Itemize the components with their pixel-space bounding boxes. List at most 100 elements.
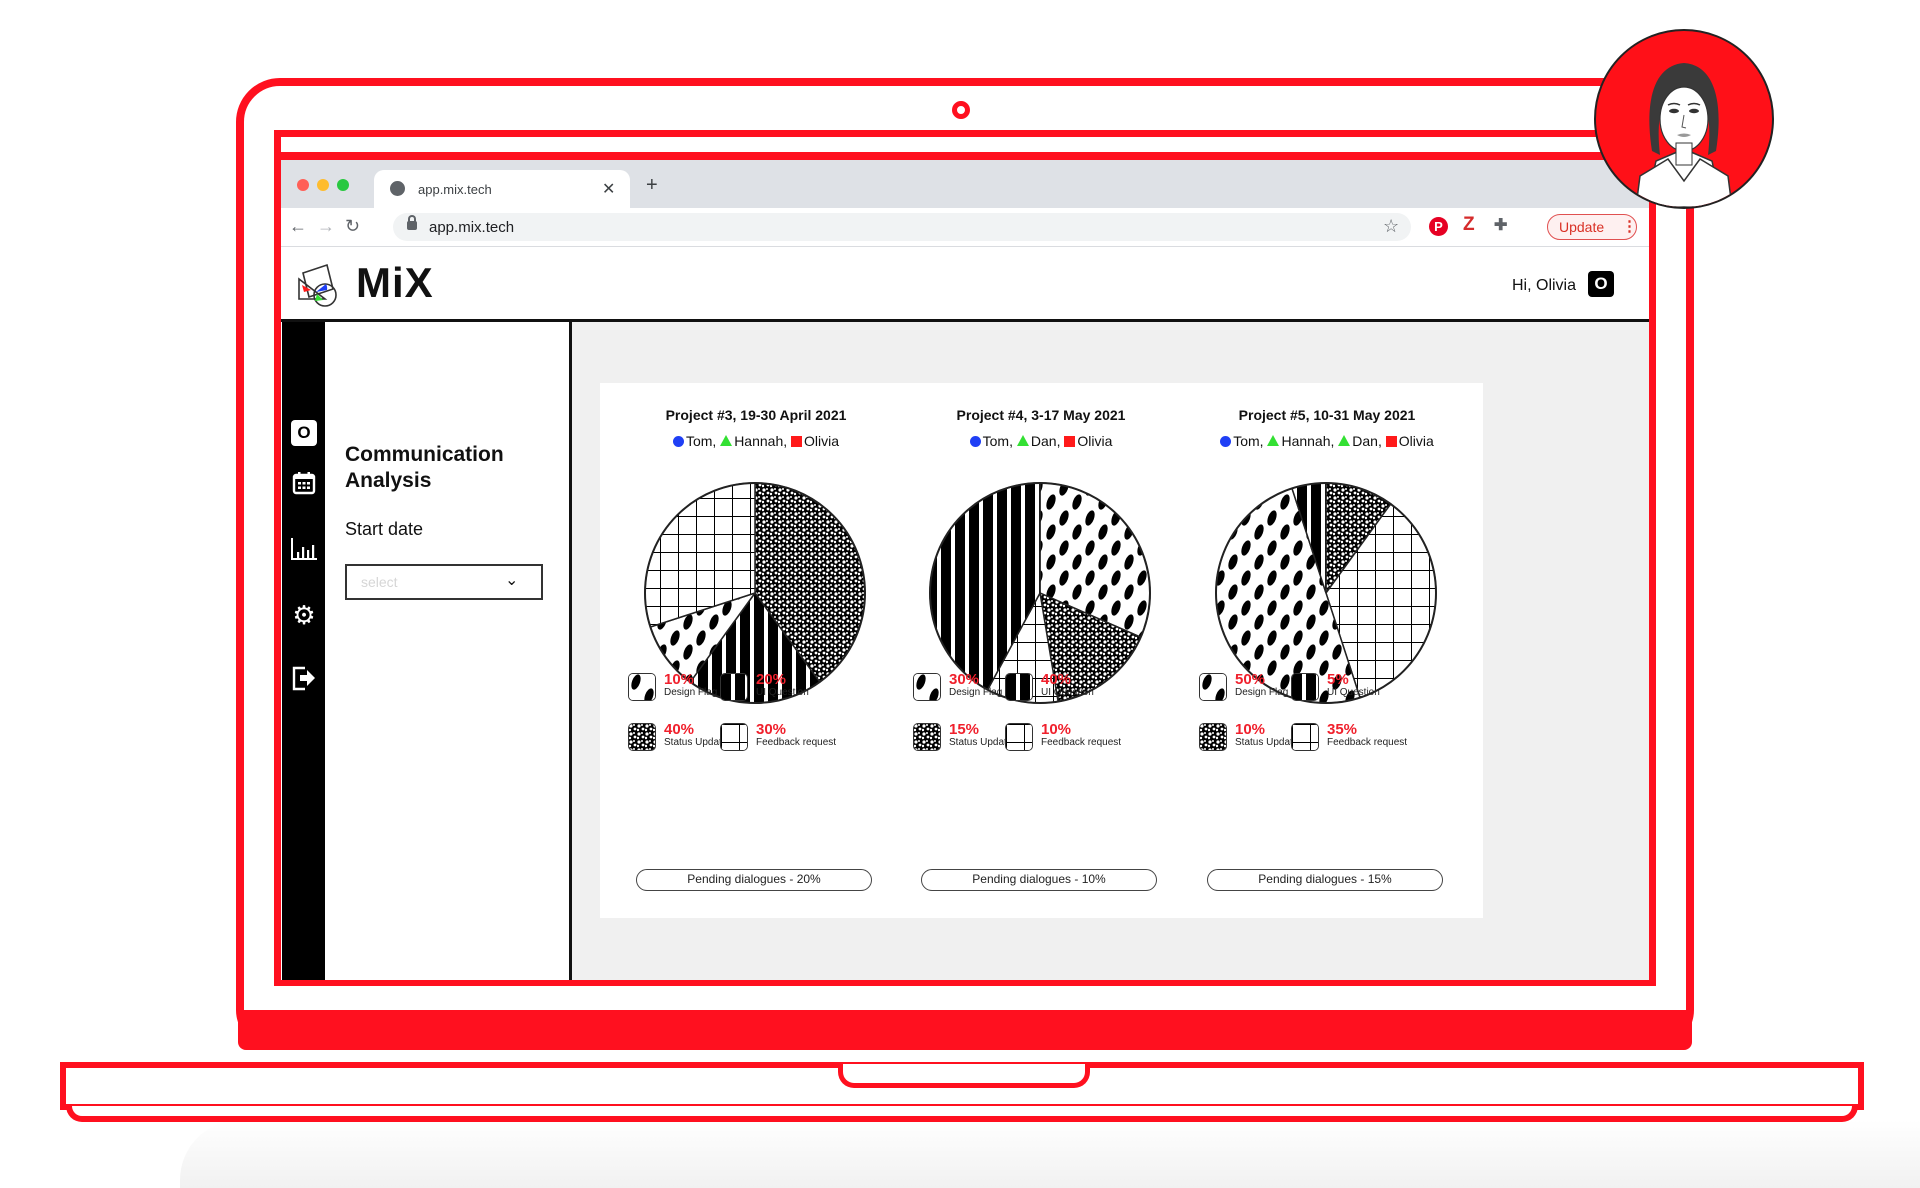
chevron-down-icon: ⌄	[505, 572, 519, 589]
new-tab-button[interactable]: +	[646, 174, 658, 197]
participants-legend: Tom, Hannah, Olivia	[600, 433, 912, 449]
reload-button[interactable]: ↻	[345, 216, 360, 237]
stat-percentage: 40%	[1041, 671, 1072, 688]
chart-title: Project #4, 3-17 May 2021	[956, 407, 1126, 423]
app-header: MiX Hi, Olivia O	[281, 247, 1649, 322]
webcam-icon	[952, 101, 970, 119]
stat-label: Status Update	[949, 737, 1013, 748]
stat-item-feedback-request: 10% Feedback request	[1005, 721, 1121, 755]
participant-name: Dan	[1030, 433, 1057, 449]
chart-card: Project #3, 19-30 April 2021 Tom, Hannah,…	[600, 383, 912, 918]
icon-rail: O ⚙	[282, 322, 325, 980]
design-flag-pattern-icon	[1199, 673, 1227, 701]
stat-percentage: 20%	[756, 671, 787, 688]
feedback-request-pattern-icon	[1005, 723, 1033, 751]
legend-separator: ,	[1377, 433, 1386, 449]
rail-profile-icon[interactable]: O	[291, 420, 317, 446]
zotero-icon[interactable]: Z	[1463, 214, 1475, 236]
stat-label: Design Flag	[1235, 687, 1289, 698]
minimize-window-button[interactable]	[317, 179, 329, 191]
maximize-window-button[interactable]	[337, 179, 349, 191]
pending-dialogues-badge[interactable]: Pending dialogues - 15%	[1207, 869, 1443, 891]
status-update-pattern-icon	[1199, 723, 1227, 751]
floor-shadow	[180, 1120, 1920, 1188]
stat-percentage: 15%	[949, 721, 980, 738]
stat-item-feedback-request: 30% Feedback request	[720, 721, 836, 755]
update-button[interactable]: Update ⋮	[1547, 214, 1637, 240]
logout-icon[interactable]	[289, 664, 319, 694]
legend-separator: ,	[1056, 433, 1065, 449]
participant-name: Olivia	[1398, 433, 1434, 449]
user-portrait-avatar	[1594, 29, 1774, 209]
participants-legend: Tom, Hannah, Dan, Olivia	[1171, 433, 1483, 449]
user-avatar-badge[interactable]: O	[1588, 271, 1614, 297]
chart-card: Project #5, 10-31 May 2021 Tom, Hannah, D…	[1171, 383, 1483, 918]
globe-icon	[390, 181, 405, 196]
stat-item-ui-question: 5% UI Question	[1291, 671, 1401, 705]
circle-marker-icon	[1220, 436, 1232, 447]
ui-question-pattern-icon	[1005, 673, 1033, 701]
kebab-menu-icon[interactable]: ⋮	[1622, 217, 1637, 235]
circle-marker-icon	[672, 436, 684, 447]
stat-label: Status Update	[664, 737, 728, 748]
laptop-notch	[838, 1064, 1090, 1088]
stat-item-feedback-request: 35% Feedback request	[1291, 721, 1407, 755]
laptop-base-bottom	[66, 1106, 1858, 1122]
stat-label: Feedback request	[756, 737, 837, 748]
stat-percentage: 35%	[1327, 721, 1358, 738]
stat-percentage: 10%	[664, 671, 695, 688]
legend-separator: ,	[1009, 433, 1017, 449]
stat-item-ui-question: 40% UI Question	[1005, 671, 1115, 705]
legend-separator: ,	[1330, 433, 1339, 449]
tab-bar: app.mix.tech ✕ +	[281, 160, 1649, 208]
stat-percentage: 10%	[1235, 721, 1266, 738]
close-window-button[interactable]	[297, 179, 309, 191]
start-date-label: Start date	[345, 519, 424, 539]
participant-name: Tom	[982, 433, 1010, 449]
stat-label: Design Flag	[949, 687, 1003, 698]
tab-title: app.mix.tech	[418, 182, 492, 197]
calendar-icon[interactable]	[289, 470, 319, 500]
screen-top-bar	[280, 152, 1650, 160]
forward-button[interactable]: →	[317, 216, 335, 237]
panel-title: Communication Analysis	[345, 443, 504, 492]
dashboard-content: Project #3, 19-30 April 2021 Tom, Hannah,…	[572, 322, 1649, 980]
update-label: Update	[1559, 219, 1605, 235]
design-flag-pattern-icon	[628, 673, 656, 701]
gear-icon[interactable]: ⚙	[289, 600, 319, 630]
participant-name: Olivia	[804, 433, 840, 449]
bar-chart-icon[interactable]	[289, 536, 319, 566]
url-text[interactable]: app.mix.tech	[429, 219, 514, 236]
triangle-marker-icon	[1016, 435, 1029, 446]
back-button[interactable]: ←	[289, 216, 307, 237]
circle-marker-icon	[969, 436, 981, 447]
feedback-request-pattern-icon	[1291, 723, 1319, 751]
participant-name: Hannah	[1281, 433, 1331, 449]
stat-label: Feedback request	[1041, 737, 1122, 748]
stat-label: UI Question	[1327, 687, 1380, 698]
browser-tab[interactable]: app.mix.tech ✕	[374, 170, 630, 208]
greeting-text: Hi, Olivia	[1512, 277, 1577, 294]
legend-separator: ,	[712, 433, 721, 449]
status-update-pattern-icon	[628, 723, 656, 751]
stat-label: Status Update	[1235, 737, 1299, 748]
bookmark-star-icon[interactable]: ☆	[1383, 216, 1399, 237]
triangle-marker-icon	[1338, 435, 1351, 446]
address-bar[interactable]: app.mix.tech ☆	[393, 213, 1411, 241]
pending-dialogues-badge[interactable]: Pending dialogues - 10%	[921, 869, 1157, 891]
participant-name: Tom	[1233, 433, 1260, 449]
browser-window: app.mix.tech ✕ + ← → ↻ app.mix.tech ☆ P …	[281, 160, 1649, 980]
stat-percentage: 50%	[1235, 671, 1266, 688]
pending-dialogues-badge[interactable]: Pending dialogues - 20%	[636, 869, 872, 891]
stat-label: UI Question	[1041, 687, 1094, 698]
participants-legend: Tom, Dan, Olivia	[885, 433, 1197, 449]
chart-title: Project #3, 19-30 April 2021	[665, 407, 847, 423]
puzzle-extensions-icon[interactable]: ✚	[1494, 215, 1507, 235]
tab-close-icon[interactable]: ✕	[602, 179, 615, 199]
pinterest-icon[interactable]: P	[1429, 217, 1448, 236]
square-marker-icon	[1385, 436, 1397, 447]
chart-card: Project #4, 3-17 May 2021 Tom, Dan, Olivi…	[885, 383, 1197, 918]
stat-label: Design Flag	[664, 687, 718, 698]
stat-percentage: 5%	[1327, 671, 1349, 688]
start-date-select[interactable]: select ⌄	[345, 564, 543, 600]
